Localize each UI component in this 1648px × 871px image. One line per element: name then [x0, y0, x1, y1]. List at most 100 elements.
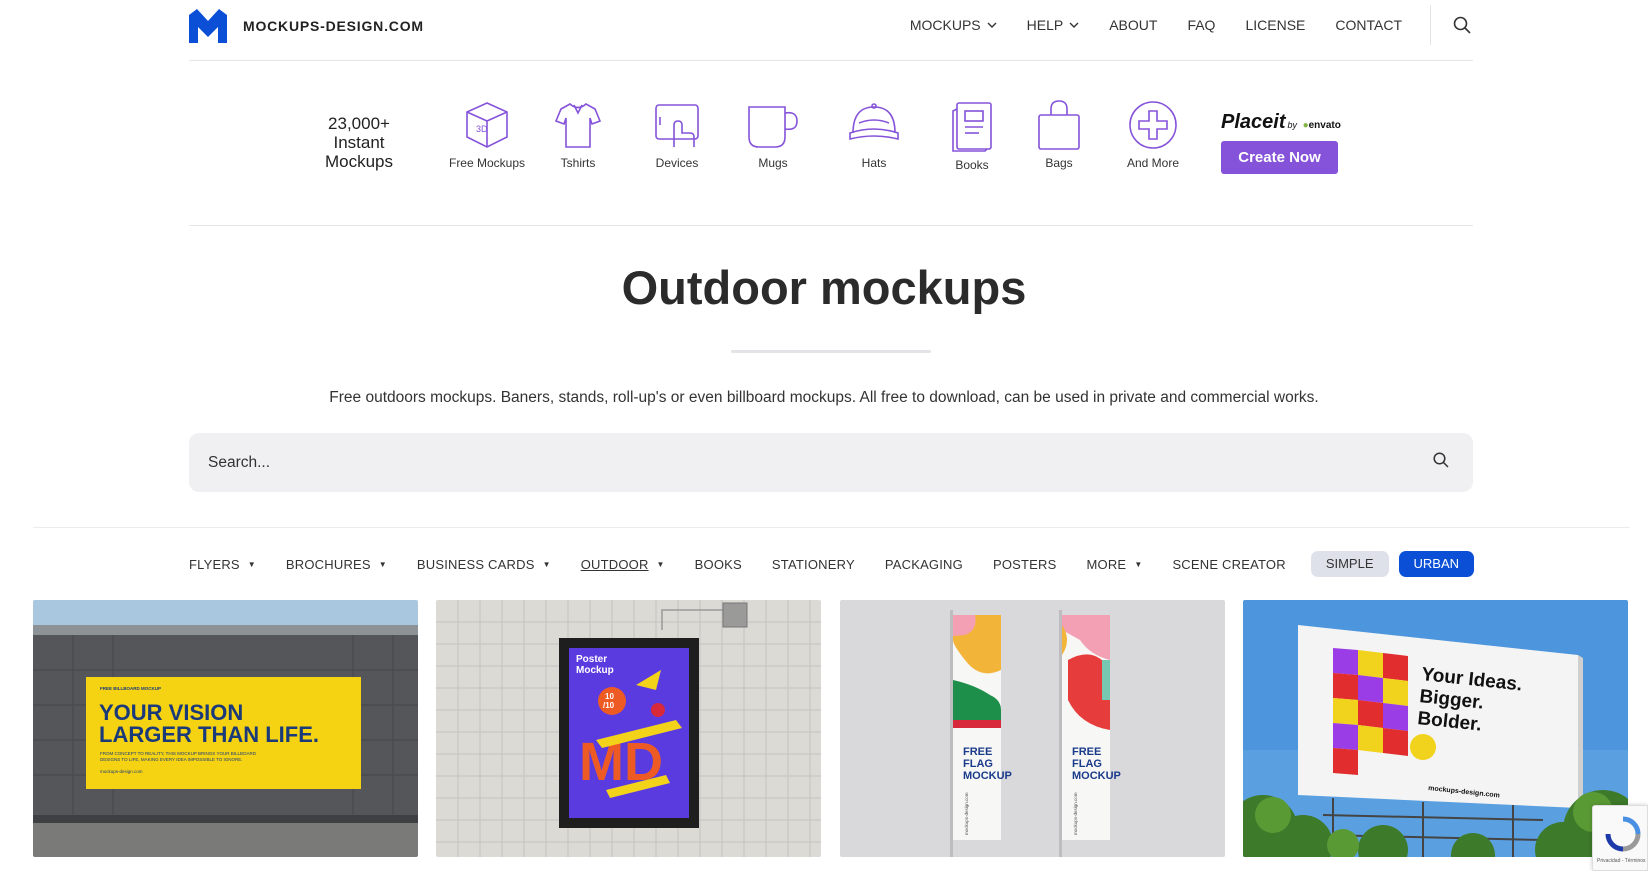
promo-cat-free-mockups[interactable]: 3D Free Mockups — [437, 99, 537, 170]
card1-sub2: DESIGNS TO LIFE, MAKING EVERY IDEA IMPOS… — [100, 757, 243, 762]
recaptcha-text: Privacidad - Términos — [1597, 858, 1646, 864]
placeit-logo-text: Placeit — [1221, 111, 1286, 133]
nav-divider — [1430, 5, 1431, 45]
filter-label: PACKAGING — [884, 556, 963, 572]
placeit-envato: envato — [1308, 120, 1341, 131]
filter-label: BROCHURES — [285, 556, 371, 572]
card1-line2: LARGER THAN LIFE. — [99, 722, 319, 747]
search-input[interactable] — [208, 433, 1388, 492]
promo-cat-mugs[interactable]: Mugs — [723, 99, 823, 170]
card3-flag2-l3: MOCKUP — [1072, 770, 1121, 782]
site-logo[interactable]: MOCKUPS-DESIGN.COM — [189, 9, 424, 43]
promo-count: 23,000+ Instant Mockups — [317, 114, 401, 171]
plus-circle-icon — [1129, 101, 1177, 149]
card3-flag1-l3: MOCKUP — [963, 770, 1012, 782]
promo-cat-label: Bags — [1045, 156, 1073, 170]
nav-license-label: LICENSE — [1245, 17, 1306, 33]
mug-icon — [748, 106, 798, 148]
card1-small: FREE BILLBOARD MOCKUP — [100, 686, 161, 691]
nav-faq[interactable]: FAQ — [1187, 17, 1215, 33]
card2-badge1: 10 — [605, 692, 614, 701]
book-icon — [952, 102, 992, 152]
svg-text:3D: 3D — [476, 124, 488, 134]
page-title: Outdoor mockups — [621, 261, 1027, 314]
search-icon — [1453, 16, 1471, 34]
nav-faq-label: FAQ — [1187, 17, 1216, 33]
category-filters: FLYERS ▼ BROCHURES ▼ BUSINESS CARDS ▼ OUTDO… — [0, 550, 1648, 578]
filter-label: OUTDOOR — [580, 556, 649, 572]
promo-cat-tshirts[interactable]: Tshirts — [528, 99, 628, 170]
card3-flag1-vertical: mockups-design.com — [964, 792, 969, 835]
chevron-down-icon — [1069, 22, 1079, 28]
promo-cat-hats[interactable]: Hats — [824, 99, 924, 170]
placeit-by: by — [1287, 120, 1297, 130]
filter-outdoor[interactable]: OUTDOOR ▼ — [581, 557, 665, 572]
card3-flag1-l2: FLAG — [963, 758, 993, 770]
create-now-button[interactable]: Create Now — [1221, 141, 1338, 174]
search-bar — [189, 433, 1473, 492]
filter-brochures[interactable]: BROCHURES ▼ — [286, 557, 387, 572]
mockup-card-billboard-wall[interactable]: FREE BILLBOARD MOCKUP YOUR VISION LARGER… — [33, 600, 418, 857]
nav-about[interactable]: ABOUT — [1109, 17, 1157, 33]
card3-flag2-vertical: mockups-design.com — [1073, 792, 1078, 835]
filter-posters[interactable]: POSTERS — [993, 557, 1057, 572]
caret-down-icon: ▼ — [656, 559, 665, 569]
filter-label: BOOKS — [694, 556, 742, 572]
mockup-thumbnail: Your Ideas. Bigger. Bolder. mockups-desi… — [1243, 600, 1628, 857]
promo-count-instant: Instant — [333, 133, 385, 152]
3d-box-icon: 3D — [466, 102, 508, 148]
tshirt-icon — [554, 103, 602, 148]
nav-help[interactable]: HELP — [1027, 17, 1080, 33]
placeit-block: Placeit by ●envato Create Now — [1221, 111, 1341, 174]
nav-license[interactable]: LICENSE — [1245, 17, 1305, 33]
promo-cat-devices[interactable]: Devices — [627, 99, 727, 170]
filter-flyers[interactable]: FLYERS ▼ — [189, 557, 256, 572]
logo-mark-icon — [189, 9, 227, 43]
search-submit-button[interactable] — [1433, 452, 1453, 472]
nav-about-label: ABOUT — [1109, 17, 1158, 33]
promo-cat-label: And More — [1126, 156, 1180, 170]
nav-help-label: HELP — [1026, 17, 1064, 33]
promo-count-mockups: Mockups — [324, 152, 394, 171]
mockup-card-billboard-sky[interactable]: Your Ideas. Bigger. Bolder. mockups-desi… — [1243, 600, 1628, 857]
toggle-simple[interactable]: SIMPLE — [1310, 551, 1389, 577]
filter-stationery[interactable]: STATIONERY — [772, 557, 855, 572]
filter-books[interactable]: BOOKS — [695, 557, 742, 572]
promo-cat-label: Free Mockups — [448, 156, 526, 170]
caret-down-icon: ▼ — [1134, 559, 1143, 569]
promo-cat-label: Mugs — [758, 156, 788, 170]
nav-contact[interactable]: CONTACT — [1335, 17, 1402, 33]
filter-more[interactable]: MORE ▼ — [1087, 557, 1143, 572]
toggle-urban[interactable]: URBAN — [1398, 551, 1475, 577]
recaptcha-icon — [1605, 816, 1641, 852]
promo-cat-bags[interactable]: Bags — [1009, 99, 1109, 170]
promo-cat-label: Hats — [861, 156, 887, 170]
card1-url: mockups-design.com — [100, 769, 143, 774]
promo-cat-label: Devices — [655, 156, 699, 170]
filter-label: POSTERS — [992, 556, 1057, 572]
tablet-hand-icon — [655, 104, 699, 147]
promo-cat-books[interactable]: Books — [922, 99, 1022, 172]
filter-scene-creator[interactable]: SCENE CREATOR — [1172, 557, 1285, 572]
filter-packaging[interactable]: PACKAGING — [885, 557, 963, 572]
card1-sub1: FROM CONCEPT TO REALITY, THIS MOCKUP BRI… — [100, 751, 257, 756]
filter-business-cards[interactable]: BUSINESS CARDS ▼ — [417, 557, 551, 572]
bag-icon — [1038, 100, 1080, 150]
nav-mockups[interactable]: MOCKUPS — [910, 17, 997, 33]
promo-cat-and-more[interactable]: And More — [1103, 99, 1203, 170]
site-header: MOCKUPS-DESIGN.COM MOCKUPS HELP ABOUT FA… — [189, 0, 1473, 61]
caret-down-icon: ▼ — [247, 559, 256, 569]
card3-flag2-l1: FREE — [1072, 746, 1101, 758]
filter-label: STATIONERY — [771, 556, 855, 572]
mockup-thumbnail: Poster Mockup 10 /10 MD — [436, 600, 821, 857]
header-search-button[interactable] — [1451, 14, 1473, 36]
mockup-thumbnail: FREE BILLBOARD MOCKUP YOUR VISION LARGER… — [33, 600, 418, 857]
promo-cat-label: Books — [955, 158, 989, 172]
title-divider — [731, 350, 931, 353]
mockup-card-flags[interactable]: FREE FLAG MOCKUP mockups-design.com FREE… — [840, 600, 1225, 857]
placeit-logo[interactable]: Placeit by ●envato — [1221, 111, 1341, 134]
recaptcha-badge[interactable]: Privacidad - Términos — [1592, 805, 1648, 871]
filter-label: BUSINESS CARDS — [416, 556, 535, 572]
filter-label: SCENE CREATOR — [1172, 556, 1286, 572]
mockup-card-poster-tiles[interactable]: Poster Mockup 10 /10 MD — [436, 600, 821, 857]
